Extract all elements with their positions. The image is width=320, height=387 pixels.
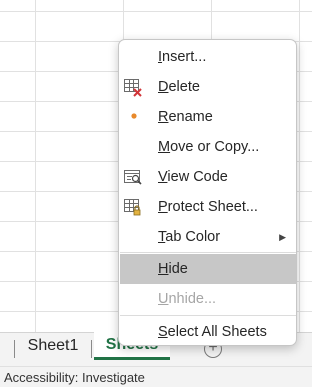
menu-item-label: Hide	[158, 261, 188, 277]
sheet-tab-sheet1[interactable]: Sheet1	[18, 333, 88, 359]
menu-item-hide[interactable]: Hide	[120, 254, 296, 284]
menu-item-move-or-copy[interactable]: Move or Copy...	[119, 132, 296, 162]
menu-item-label: Insert...	[158, 49, 207, 65]
tab-separator	[14, 340, 15, 358]
menu-item-label: Select All Sheets	[158, 324, 267, 340]
menu-separator	[120, 315, 296, 316]
tab-separator	[91, 340, 92, 358]
menu-item-rename[interactable]: Rename	[119, 102, 296, 132]
menu-item-label: View Code	[158, 169, 228, 185]
accessibility-status[interactable]: Accessibility: Investigate	[4, 370, 145, 385]
view-code-icon	[124, 170, 142, 185]
sheet-context-menu: Insert... Delete Rename Move or Copy...	[118, 39, 297, 346]
menu-item-protect-sheet[interactable]: Protect Sheet...	[119, 192, 296, 222]
menu-item-tab-color[interactable]: Tab Color ▶	[119, 222, 296, 252]
rename-dot-icon	[131, 113, 137, 119]
menu-item-label: Delete	[158, 79, 200, 95]
menu-item-label: Tab Color	[158, 229, 221, 245]
delete-sheet-icon	[124, 79, 142, 97]
submenu-arrow-icon: ▶	[279, 232, 286, 242]
status-bar: Accessibility: Investigate	[0, 366, 312, 387]
protect-sheet-icon	[124, 199, 141, 216]
menu-item-insert[interactable]: Insert...	[119, 42, 296, 72]
menu-item-label: Move or Copy...	[158, 139, 260, 155]
menu-item-label: Rename	[158, 109, 213, 125]
menu-item-label: Unhide...	[158, 291, 217, 307]
menu-item-label: Protect Sheet...	[158, 199, 258, 215]
menu-item-unhide[interactable]: Unhide...	[119, 284, 296, 314]
menu-item-view-code[interactable]: View Code	[119, 162, 296, 192]
menu-item-delete[interactable]: Delete	[119, 72, 296, 102]
menu-separator	[120, 252, 296, 253]
menu-item-select-all-sheets[interactable]: Select All Sheets	[119, 317, 296, 347]
